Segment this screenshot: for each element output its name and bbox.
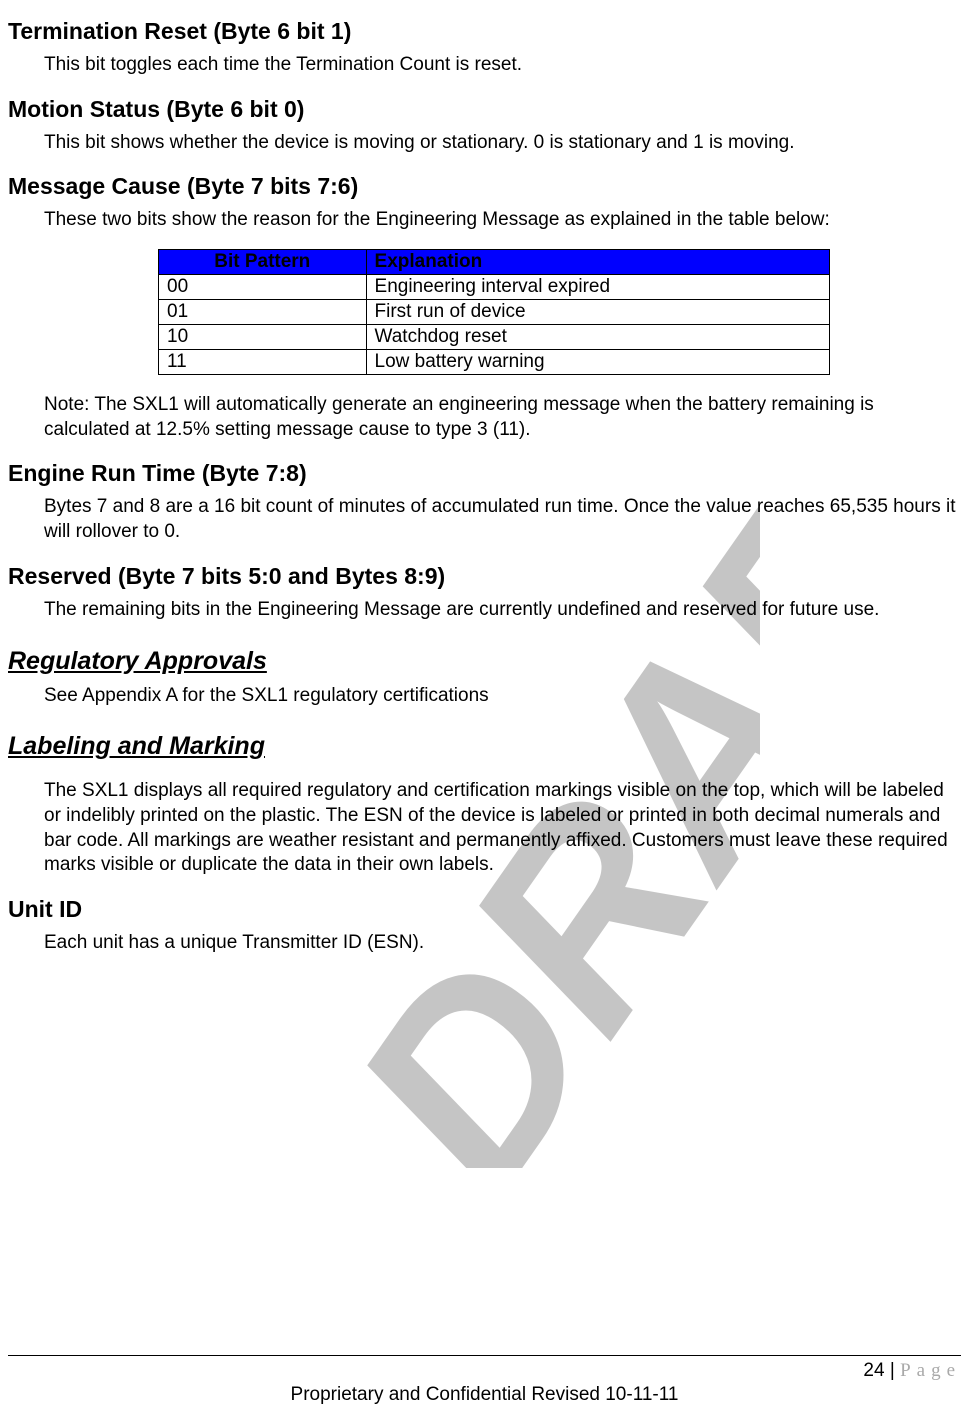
table-row: 10 Watchdog reset bbox=[159, 325, 830, 350]
th-bit-pattern: Bit Pattern bbox=[159, 250, 367, 275]
cell-bit: 00 bbox=[159, 275, 367, 300]
table-row: 00 Engineering interval expired bbox=[159, 275, 830, 300]
bit-pattern-table: Bit Pattern Explanation 00 Engineering i… bbox=[158, 249, 830, 375]
heading-regulatory-approvals: Regulatory Approvals bbox=[8, 647, 961, 676]
cell-bit: 11 bbox=[159, 350, 367, 375]
heading-message-cause: Message Cause (Byte 7 bits 7:6) bbox=[8, 173, 961, 200]
body-reserved: The remaining bits in the Engineering Me… bbox=[44, 598, 961, 623]
heading-termination-reset: Termination Reset (Byte 6 bit 1) bbox=[8, 18, 961, 45]
body-regulatory-approvals: See Appendix A for the SXL1 regulatory c… bbox=[44, 684, 961, 709]
heading-labeling-marking: Labeling and Marking bbox=[8, 732, 961, 761]
footer-line: Proprietary and Confidential Revised 10-… bbox=[8, 1384, 961, 1406]
cell-exp: Engineering interval expired bbox=[366, 275, 829, 300]
page-sep: | bbox=[885, 1360, 901, 1381]
cell-exp: Low battery warning bbox=[366, 350, 829, 375]
cell-bit: 10 bbox=[159, 325, 367, 350]
body-message-cause: These two bits show the reason for the E… bbox=[44, 208, 961, 233]
body-labeling-marking: The SXL1 displays all required regulator… bbox=[44, 779, 961, 878]
th-explanation: Explanation bbox=[366, 250, 829, 275]
table-row: 11 Low battery warning bbox=[159, 350, 830, 375]
body-motion-status: This bit shows whether the device is mov… bbox=[44, 131, 961, 156]
page-label: Page bbox=[900, 1360, 961, 1381]
body-termination-reset: This bit toggles each time the Terminati… bbox=[44, 53, 961, 78]
heading-motion-status: Motion Status (Byte 6 bit 0) bbox=[8, 96, 961, 123]
table-header-row: Bit Pattern Explanation bbox=[159, 250, 830, 275]
cell-exp: Watchdog reset bbox=[366, 325, 829, 350]
heading-engine-run-time: Engine Run Time (Byte 7:8) bbox=[8, 460, 961, 487]
heading-reserved: Reserved (Byte 7 bits 5:0 and Bytes 8:9) bbox=[8, 563, 961, 590]
page-number: 24 bbox=[863, 1360, 884, 1381]
table-row: 01 First run of device bbox=[159, 300, 830, 325]
cell-bit: 01 bbox=[159, 300, 367, 325]
page-footer: 24 | Page Proprietary and Confidential R… bbox=[8, 1355, 961, 1406]
cell-exp: First run of device bbox=[366, 300, 829, 325]
body-unit-id: Each unit has a unique Transmitter ID (E… bbox=[44, 931, 961, 956]
heading-unit-id: Unit ID bbox=[8, 896, 961, 923]
note-text: Note: The SXL1 will automatically genera… bbox=[44, 393, 961, 442]
body-engine-run-time: Bytes 7 and 8 are a 16 bit count of minu… bbox=[44, 495, 961, 544]
